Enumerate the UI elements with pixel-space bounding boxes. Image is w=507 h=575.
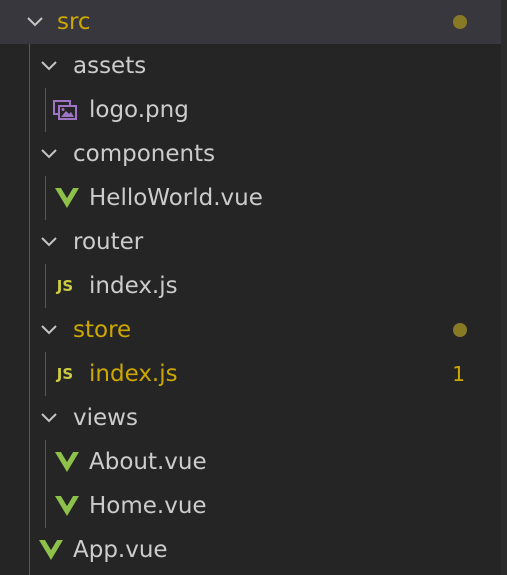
chevron-down-icon bbox=[24, 0, 46, 44]
tree-file-home-vue[interactable]: Home.vue bbox=[0, 484, 501, 528]
file-label: About.vue bbox=[89, 449, 207, 475]
folder-label: src bbox=[57, 9, 91, 35]
chevron-down-icon bbox=[38, 220, 60, 264]
image-file-icon bbox=[52, 88, 78, 132]
file-label: Home.vue bbox=[89, 493, 207, 519]
tree-folder-assets[interactable]: assets bbox=[0, 44, 501, 88]
file-explorer-tree: src assets logo.png components HelloWorl… bbox=[0, 0, 507, 575]
folder-label: components bbox=[73, 141, 216, 167]
chevron-down-icon bbox=[38, 44, 60, 88]
tree-file-helloworld-vue[interactable]: HelloWorld.vue bbox=[0, 176, 501, 220]
vue-file-icon bbox=[54, 484, 80, 528]
file-label: App.vue bbox=[73, 537, 168, 563]
tree-folder-store[interactable]: store bbox=[0, 308, 501, 352]
chevron-down-icon bbox=[38, 308, 60, 352]
folder-label: router bbox=[73, 229, 144, 255]
modified-indicator-dot bbox=[453, 323, 467, 337]
folder-label: assets bbox=[73, 53, 147, 79]
tree-file-store-index-js[interactable]: JS index.js 1 bbox=[0, 352, 501, 396]
problem-count-badge: 1 bbox=[452, 362, 465, 386]
tree-folder-src[interactable]: src bbox=[0, 0, 501, 44]
folder-label: store bbox=[73, 317, 132, 343]
modified-indicator-dot bbox=[453, 15, 467, 29]
tree-file-logo-png[interactable]: logo.png bbox=[0, 88, 501, 132]
tree-file-app-vue[interactable]: App.vue bbox=[0, 528, 501, 572]
chevron-down-icon bbox=[38, 396, 60, 440]
vue-file-icon bbox=[38, 528, 64, 572]
tree-folder-views[interactable]: views bbox=[0, 396, 501, 440]
chevron-down-icon bbox=[38, 132, 60, 176]
file-label: index.js bbox=[89, 361, 178, 387]
js-file-icon: JS bbox=[56, 365, 74, 383]
tree-file-about-vue[interactable]: About.vue bbox=[0, 440, 501, 484]
tree-folder-components[interactable]: components bbox=[0, 132, 501, 176]
file-label: index.js bbox=[89, 273, 178, 299]
folder-label: views bbox=[73, 405, 138, 431]
file-label: logo.png bbox=[89, 97, 189, 123]
vue-file-icon bbox=[54, 176, 80, 220]
file-label: HelloWorld.vue bbox=[89, 185, 263, 211]
vue-file-icon bbox=[54, 440, 80, 484]
js-file-icon: JS bbox=[56, 277, 74, 295]
scrollbar[interactable] bbox=[501, 0, 507, 575]
tree-folder-router[interactable]: router bbox=[0, 220, 501, 264]
tree-file-router-index-js[interactable]: JS index.js bbox=[0, 264, 501, 308]
